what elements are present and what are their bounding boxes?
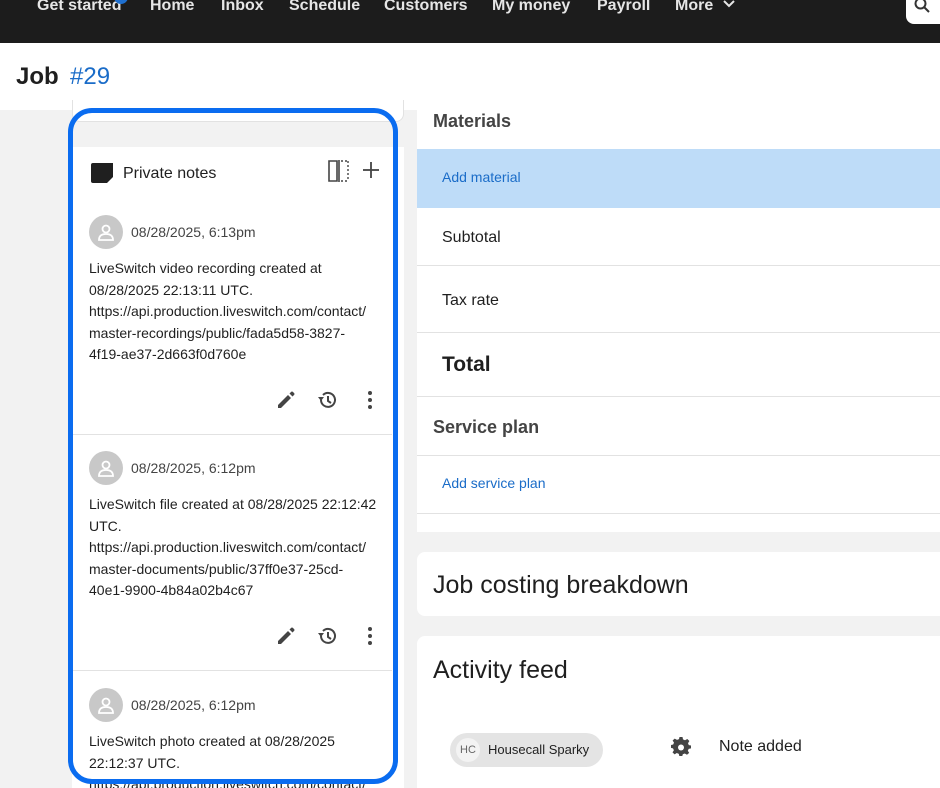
add-service-plan-link[interactable]: Add service plan: [442, 475, 546, 491]
note-divider: [72, 670, 392, 671]
note-line: master-recordings/public/fada5d58-3827-: [89, 324, 346, 341]
add-material-row[interactable]: Add material: [417, 149, 940, 208]
row-divider: [417, 332, 940, 333]
materials-card: Materials Add material Subtotal Tax rate…: [417, 100, 940, 532]
search-icon: [914, 0, 930, 13]
private-notes-panel: Private notes 08/28/2025, 6:13pm LiveSwi…: [72, 147, 392, 788]
note-timestamp: 08/28/2025, 6:13pm: [131, 224, 256, 240]
note-line: 22:12:37 UTC.: [89, 754, 181, 771]
job-costing-card[interactable]: Job costing breakdown: [417, 552, 940, 616]
subtotal-label: Subtotal: [442, 229, 501, 246]
note-timestamp: 08/28/2025, 6:12pm: [131, 460, 256, 476]
nav-more[interactable]: More: [675, 0, 713, 18]
nav-my-money[interactable]: My money: [492, 0, 570, 18]
user-chip[interactable]: HC Housecall Sparky: [450, 733, 603, 767]
note-line: UTC.: [89, 517, 122, 534]
user-initials: HC: [456, 738, 480, 762]
more-vertical-icon[interactable]: [360, 389, 380, 411]
more-vertical-icon[interactable]: [360, 625, 380, 647]
add-note-icon[interactable]: [362, 161, 380, 179]
materials-title: Materials: [433, 111, 512, 131]
gear-icon: [671, 737, 691, 756]
note-body: LiveSwitch video recording created at 08…: [89, 258, 391, 366]
edit-icon[interactable]: [275, 389, 297, 411]
tax-rate-label: Tax rate: [442, 292, 499, 309]
nav-customers[interactable]: Customers: [384, 0, 468, 18]
user-name: Housecall Sparky: [488, 742, 590, 757]
note-line: https://api.production.liveswitch.com/co…: [89, 303, 367, 320]
history-icon[interactable]: [316, 625, 338, 647]
note-line: LiveSwitch video recording created at: [89, 260, 322, 276]
note-line: LiveSwitch file created at 08/28/2025 22…: [89, 496, 377, 512]
service-plan-title: Service plan: [433, 417, 540, 437]
note-line: master-documents/public/37ff0e37-25cd-: [89, 560, 344, 577]
edit-icon[interactable]: [275, 625, 297, 647]
note-body: LiveSwitch photo created at 08/28/2025 2…: [89, 731, 391, 788]
left-card-top: [72, 100, 404, 122]
total-label: Total: [442, 353, 491, 376]
top-navigation: Get started Home Inbox Schedule Customer…: [0, 0, 940, 43]
activity-feed-title: Activity feed: [433, 656, 568, 684]
job-costing-title: Job costing breakdown: [433, 571, 689, 599]
history-icon[interactable]: [316, 389, 338, 411]
activity-event: Note added: [719, 738, 802, 755]
note-divider: [72, 434, 392, 435]
nav-inbox[interactable]: Inbox: [221, 0, 264, 18]
note-timestamp: 08/28/2025, 6:12pm: [131, 697, 256, 713]
note-line: LiveSwitch photo created at 08/28/2025: [89, 733, 335, 749]
nav-schedule[interactable]: Schedule: [289, 0, 360, 18]
activity-feed-card: Activity feed HC Housecall Sparky Note a…: [417, 636, 940, 788]
row-divider: [417, 265, 940, 266]
user-icon: [98, 460, 114, 477]
note-line: https://api.production.liveswitch.com/co…: [89, 539, 367, 556]
row-divider: [417, 396, 940, 397]
notes-panel-edge: [392, 147, 404, 788]
notes-title: Private notes: [123, 165, 217, 182]
job-number: #29: [70, 63, 111, 90]
avatar: [89, 688, 123, 722]
note-line: 4f19-ae37-2d663f0d760e: [89, 346, 247, 363]
user-icon: [98, 224, 114, 241]
user-icon: [98, 697, 114, 714]
nav-payroll[interactable]: Payroll: [597, 0, 650, 18]
search-box[interactable]: [906, 0, 940, 24]
row-divider: [417, 455, 940, 456]
chevron-down-icon[interactable]: [722, 0, 736, 11]
note-line: 40e1-9900-4b84a02b4c67: [89, 582, 254, 599]
avatar: [89, 451, 123, 485]
note-line: https://api.production.liveswitch.com/co…: [89, 776, 367, 788]
add-material-link[interactable]: Add material: [442, 169, 521, 185]
page-title: Job: [16, 63, 59, 90]
avatar: [89, 215, 123, 249]
nav-get-started[interactable]: Get started: [37, 0, 121, 18]
split-view-icon[interactable]: [327, 160, 351, 182]
note-line: 08/28/2025 22:13:11 UTC.: [89, 281, 253, 298]
note-icon: [91, 163, 113, 183]
nav-home[interactable]: Home: [150, 0, 194, 18]
note-body: LiveSwitch file created at 08/28/2025 22…: [89, 494, 391, 602]
row-divider: [417, 513, 940, 514]
